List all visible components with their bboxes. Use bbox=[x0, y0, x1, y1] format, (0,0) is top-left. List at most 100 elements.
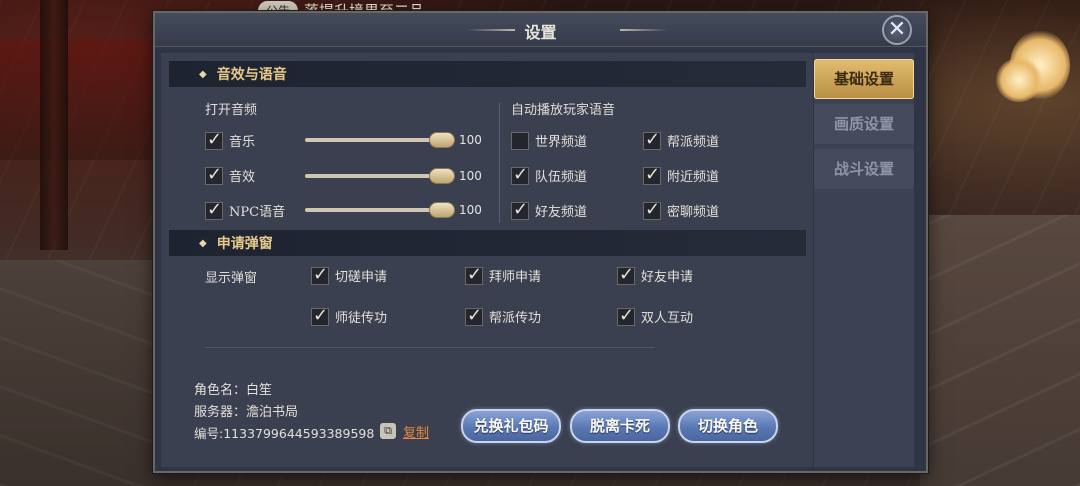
check-icon: ✓ bbox=[207, 198, 223, 220]
checkbox-label: 附近频道 bbox=[667, 170, 720, 185]
checkbox-box: ✓ bbox=[205, 128, 223, 150]
checkbox-box: ✓ bbox=[205, 198, 223, 220]
open-audio-title: 打开音频 bbox=[205, 103, 258, 118]
copy-icon[interactable]: ⧉ bbox=[380, 423, 396, 439]
section-title: 音效与语音 bbox=[216, 67, 287, 83]
check-icon: ✓ bbox=[207, 128, 223, 150]
checkbox-label: 师徒传功 bbox=[335, 311, 388, 326]
check-icon: ✓ bbox=[467, 304, 483, 326]
check-icon: ✓ bbox=[513, 163, 529, 185]
panel-title: 设置 bbox=[524, 23, 557, 42]
checkbox-label: 好友申请 bbox=[641, 270, 694, 285]
scene-floor-left bbox=[0, 260, 160, 486]
check-icon: ✓ bbox=[645, 163, 661, 185]
checkbox-box: ✓ bbox=[643, 128, 661, 150]
checkbox-box: ✓ bbox=[643, 198, 661, 220]
checkbox-box: ✓ bbox=[311, 263, 329, 285]
sfx-volume-value: 100 bbox=[459, 169, 482, 183]
autoplay-voice-title: 自动播放玩家语音 bbox=[511, 103, 616, 118]
checkbox-label: 音效 bbox=[229, 170, 256, 185]
npc-voice-volume-value: 100 bbox=[459, 203, 482, 217]
diamond-icon: ◆ bbox=[199, 237, 207, 249]
check-icon: ✓ bbox=[645, 128, 661, 150]
friend-request-checkbox[interactable]: ✓ 好友申请 bbox=[617, 263, 694, 285]
check-icon: ✓ bbox=[467, 263, 483, 285]
checkbox-box: ✓ bbox=[643, 163, 661, 185]
checkbox-label: 帮派频道 bbox=[667, 135, 720, 150]
section-header-popup: ◆ 申请弹窗 bbox=[169, 230, 806, 256]
music-volume-value: 100 bbox=[459, 133, 482, 147]
settings-content: ◆ 音效与语音 打开音频 ✓ 音乐 100 ✓ 音效 100 ✓ NPC语音 1… bbox=[161, 53, 813, 467]
settings-panel: 设置 ✕ ◆ 音效与语音 打开音频 ✓ 音乐 100 ✓ 音效 100 ✓ NP… bbox=[153, 11, 928, 473]
lantern-icon bbox=[996, 58, 1042, 102]
world-channel-checkbox[interactable]: 世界频道 bbox=[511, 131, 587, 150]
checkbox-label: NPC语音 bbox=[229, 205, 286, 220]
server-name: 服务器：澹泊书局 bbox=[194, 405, 299, 420]
check-icon: ✓ bbox=[513, 198, 529, 220]
check-icon: ✓ bbox=[645, 198, 661, 220]
master-transfer-checkbox[interactable]: ✓ 师徒传功 bbox=[311, 304, 388, 326]
unstuck-button[interactable]: 脱离卡死 bbox=[570, 409, 670, 443]
title-ornament bbox=[620, 29, 668, 31]
checkbox-box: ✓ bbox=[465, 304, 483, 326]
close-button[interactable]: ✕ bbox=[882, 15, 912, 45]
duo-interaction-checkbox[interactable]: ✓ 双人互动 bbox=[617, 304, 694, 326]
slider-handle[interactable] bbox=[429, 132, 455, 148]
section-title: 申请弹窗 bbox=[216, 236, 273, 252]
sfx-volume-slider[interactable] bbox=[305, 166, 455, 186]
checkbox-box: ✓ bbox=[465, 263, 483, 285]
music-volume-slider[interactable] bbox=[305, 130, 455, 150]
copy-link[interactable]: 复制 bbox=[403, 422, 429, 441]
checkbox-box: ✓ bbox=[311, 304, 329, 326]
npc-voice-volume-slider[interactable] bbox=[305, 200, 455, 220]
music-checkbox[interactable]: ✓ 音乐 bbox=[205, 128, 256, 150]
tab-graphics-settings[interactable]: 画质设置 bbox=[814, 104, 914, 144]
checkbox-label: 切磋申请 bbox=[335, 270, 388, 285]
spar-request-checkbox[interactable]: ✓ 切磋申请 bbox=[311, 263, 388, 285]
guild-channel-checkbox[interactable]: ✓ 帮派频道 bbox=[643, 128, 720, 150]
slider-handle[interactable] bbox=[429, 202, 455, 218]
check-icon: ✓ bbox=[619, 263, 635, 285]
tab-basic-settings[interactable]: 基础设置 bbox=[814, 59, 914, 99]
show-popup-title: 显示弹窗 bbox=[205, 271, 258, 286]
check-icon: ✓ bbox=[313, 263, 329, 285]
vertical-divider bbox=[499, 103, 500, 223]
nearby-channel-checkbox[interactable]: ✓ 附近频道 bbox=[643, 163, 720, 185]
checkbox-box bbox=[511, 131, 529, 150]
player-id: 编号:1133799644593389598 bbox=[194, 426, 375, 441]
check-icon: ✓ bbox=[313, 304, 329, 326]
settings-tabs: 基础设置 画质设置 战斗设置 bbox=[814, 59, 914, 194]
checkbox-box: ✓ bbox=[511, 198, 529, 220]
title-bar: 设置 ✕ bbox=[155, 13, 926, 47]
private-channel-checkbox[interactable]: ✓ 密聊频道 bbox=[643, 198, 720, 220]
tab-combat-settings[interactable]: 战斗设置 bbox=[814, 149, 914, 189]
redeem-code-button[interactable]: 兑换礼包码 bbox=[461, 409, 561, 443]
checkbox-label: 双人互动 bbox=[641, 311, 694, 326]
checkbox-box: ✓ bbox=[511, 163, 529, 185]
checkbox-label: 世界频道 bbox=[535, 135, 588, 150]
checkbox-box: ✓ bbox=[205, 163, 223, 185]
mentor-request-checkbox[interactable]: ✓ 拜师申请 bbox=[465, 263, 541, 285]
check-icon: ✓ bbox=[207, 163, 223, 185]
team-channel-checkbox[interactable]: ✓ 队伍频道 bbox=[511, 163, 588, 185]
checkbox-box: ✓ bbox=[617, 304, 635, 326]
checkbox-label: 音乐 bbox=[229, 135, 256, 150]
check-icon: ✓ bbox=[619, 304, 635, 326]
checkbox-label: 密聊频道 bbox=[667, 205, 720, 220]
horizontal-divider bbox=[205, 347, 655, 348]
role-name: 角色名：白笙 bbox=[194, 383, 273, 398]
slider-handle[interactable] bbox=[429, 168, 455, 184]
scene-pillar bbox=[40, 0, 68, 250]
checkbox-label: 好友频道 bbox=[535, 205, 588, 220]
close-icon: ✕ bbox=[887, 17, 907, 42]
checkbox-label: 帮派传功 bbox=[489, 311, 542, 326]
checkbox-label: 队伍频道 bbox=[535, 170, 588, 185]
friend-channel-checkbox[interactable]: ✓ 好友频道 bbox=[511, 198, 588, 220]
switch-role-button[interactable]: 切换角色 bbox=[678, 409, 778, 443]
npc-voice-checkbox[interactable]: ✓ NPC语音 bbox=[205, 198, 286, 220]
checkbox-box: ✓ bbox=[617, 263, 635, 285]
guild-transfer-checkbox[interactable]: ✓ 帮派传功 bbox=[465, 304, 542, 326]
sfx-checkbox[interactable]: ✓ 音效 bbox=[205, 163, 256, 185]
scene-floor-right bbox=[920, 215, 1080, 486]
scene-roof bbox=[0, 40, 155, 160]
